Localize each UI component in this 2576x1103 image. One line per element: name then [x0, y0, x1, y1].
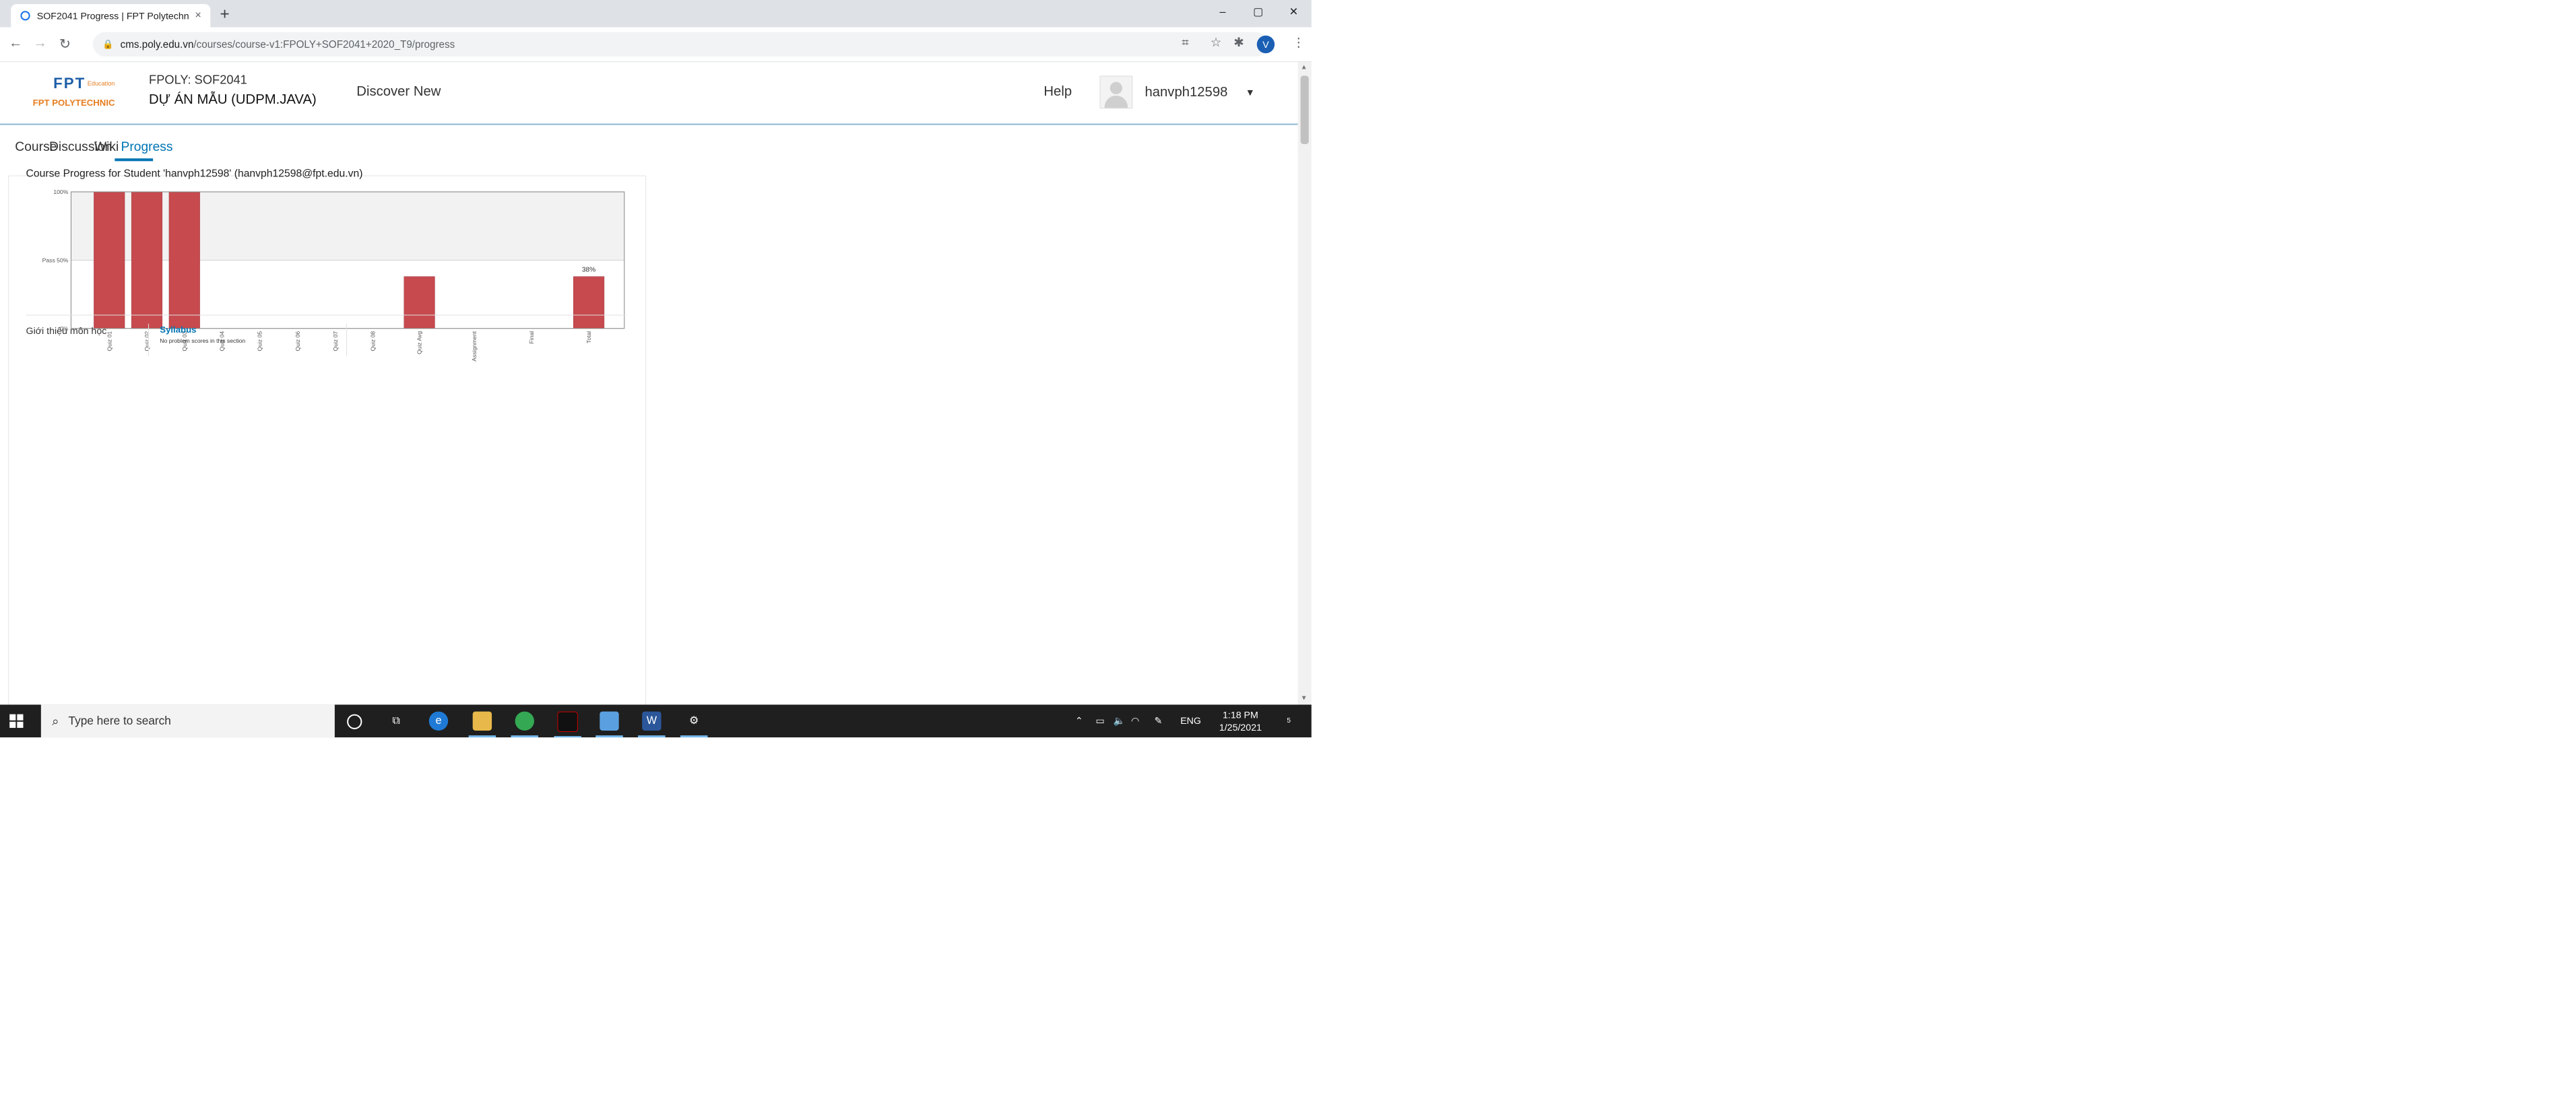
- bar-total: [573, 276, 605, 329]
- data-label: 38%: [582, 267, 595, 274]
- site-header: FPT Education FPT POLYTECHNIC FPOLY: SOF…: [0, 62, 1298, 125]
- bar-quiz-avg: [404, 276, 435, 329]
- volume-icon[interactable]: 🔈: [1114, 715, 1126, 727]
- search-icon: ⌕: [52, 714, 59, 728]
- logo-edu: Education: [87, 79, 115, 87]
- scroll-up-icon[interactable]: ▲: [1301, 63, 1308, 71]
- scroll-down-icon[interactable]: ▼: [1301, 694, 1308, 702]
- search-placeholder: Type here to search: [68, 714, 171, 727]
- clock[interactable]: 1:18 PM 1/25/2021: [1213, 709, 1268, 734]
- windows-start-icon[interactable]: [9, 714, 24, 728]
- browser-menu-icon[interactable]: ⋮: [1292, 36, 1304, 50]
- task-view-icon[interactable]: ⧉: [387, 712, 406, 731]
- bookmark-star-icon[interactable]: ☆: [1211, 36, 1221, 50]
- battery-icon[interactable]: ▭: [1095, 715, 1104, 727]
- course-code: FPOLY: SOF2041: [149, 73, 247, 87]
- x-tick-label: Quiz 08: [370, 331, 377, 352]
- wifi-icon[interactable]: ◠: [1131, 715, 1139, 727]
- tray-chevron-up-icon[interactable]: ⌃: [1075, 715, 1083, 727]
- url-path: /courses/course-v1:FPOLY+SOF2041+2020_T9…: [193, 38, 455, 51]
- clock-time: 1:18 PM: [1222, 709, 1258, 721]
- page-content: FPT Education FPT POLYTECHNIC FPOLY: SOF…: [0, 62, 1298, 705]
- minimize-button[interactable]: –: [1205, 0, 1241, 25]
- column-separator-2: [346, 323, 348, 357]
- profile-avatar[interactable]: V: [1256, 35, 1275, 54]
- logo-mark: FPT: [53, 74, 86, 92]
- new-tab-button[interactable]: +: [220, 5, 230, 24]
- back-icon[interactable]: ←: [7, 36, 24, 51]
- chapter-title: Giới thiệu môn học: [26, 325, 107, 336]
- x-tick-label: Total: [585, 331, 592, 343]
- x-tick-label: Quiz 06: [294, 331, 301, 352]
- browser-tab[interactable]: SOF2041 Progress | FPT Polytechn ×: [11, 4, 211, 28]
- media-app-icon[interactable]: [554, 711, 581, 738]
- column-separator: [148, 323, 150, 357]
- fpt-polytechnic-logo[interactable]: FPT Education FPT POLYTECHNIC: [33, 75, 135, 112]
- y-tick-label: Pass 50%: [42, 257, 69, 263]
- close-window-button[interactable]: ✕: [1276, 0, 1312, 25]
- maximize-button[interactable]: ▢: [1240, 0, 1276, 25]
- windows-taskbar: ⌕ Type here to search ⧉ e W ⚙ ⌃ ▭ 🔈 ◠ ✎ …: [0, 704, 1312, 738]
- app-icon[interactable]: [595, 711, 623, 738]
- page-scrollbar[interactable]: ▲ ▼: [1297, 62, 1312, 705]
- loading-favicon-icon: [20, 11, 30, 21]
- chevron-down-icon[interactable]: ▼: [1246, 87, 1255, 98]
- lock-icon: 🔒: [102, 38, 114, 50]
- url-host: cms.poly.edu.vn: [120, 38, 194, 51]
- tab-title: SOF2041 Progress | FPT Polytechn: [36, 10, 189, 22]
- x-tick-label: Quiz 05: [256, 331, 263, 352]
- bar-quiz-02: [131, 191, 163, 329]
- bar-quiz-01: [94, 191, 125, 329]
- scrollbar-thumb[interactable]: [1300, 75, 1309, 144]
- username: hanvph12598: [1145, 84, 1228, 100]
- syllabus-link[interactable]: Syllabus: [160, 325, 196, 335]
- discover-new-link[interactable]: Discover New: [356, 84, 441, 100]
- cortana-icon[interactable]: [347, 714, 362, 729]
- notification-count: 5: [1287, 716, 1291, 725]
- y-tick-label: 100%: [53, 189, 68, 195]
- extensions-icon[interactable]: ✱: [1233, 36, 1244, 50]
- clock-date: 1/25/2021: [1219, 721, 1262, 733]
- help-link[interactable]: Help: [1043, 84, 1072, 100]
- section-divider: [26, 314, 626, 316]
- no-scores-note: No problem scores in this section: [160, 337, 246, 345]
- notification-icon[interactable]: 5: [1281, 713, 1295, 727]
- x-tick-label: Quiz 02: [143, 331, 150, 352]
- logo-text: FPT POLYTECHNIC: [32, 98, 115, 108]
- x-tick-label: Quiz 07: [332, 331, 339, 352]
- browser-toolbar: ← → ↻ 🔒 cms.poly.edu.vn/courses/course-v…: [0, 27, 1312, 63]
- address-bar[interactable]: 🔒 cms.poly.edu.vn/courses/course-v1:FPOL…: [92, 32, 1268, 57]
- language-indicator[interactable]: ENG: [1180, 715, 1201, 726]
- x-tick-label: Quiz Avg: [416, 331, 423, 355]
- browser-tab-strip: SOF2041 Progress | FPT Polytechn × + – ▢…: [0, 0, 1312, 28]
- x-tick-label: Quiz 01: [106, 331, 112, 352]
- translate-icon[interactable]: ⌗: [1182, 36, 1188, 50]
- bar-quiz-03: [168, 191, 200, 329]
- course-name: DỰ ÁN MẪU (UDPM.JAVA): [149, 92, 317, 108]
- forward-icon[interactable]: →: [32, 36, 49, 51]
- word-icon[interactable]: W: [638, 711, 666, 738]
- reload-icon[interactable]: ↻: [56, 36, 73, 53]
- x-tick-label: Assignment: [471, 331, 478, 362]
- chrome-icon[interactable]: [511, 711, 539, 738]
- tab-close-icon[interactable]: ×: [191, 9, 205, 22]
- taskbar-search-box[interactable]: ⌕ Type here to search: [40, 704, 335, 738]
- settings-gear-icon[interactable]: ⚙: [680, 712, 708, 738]
- file-explorer-icon[interactable]: [468, 711, 496, 738]
- pen-icon[interactable]: ✎: [1155, 715, 1163, 727]
- avatar: [1099, 75, 1133, 109]
- x-tick-label: Final: [528, 331, 535, 344]
- edge-browser-icon[interactable]: e: [428, 711, 449, 731]
- user-menu[interactable]: hanvph12598 ▼: [1099, 75, 1255, 109]
